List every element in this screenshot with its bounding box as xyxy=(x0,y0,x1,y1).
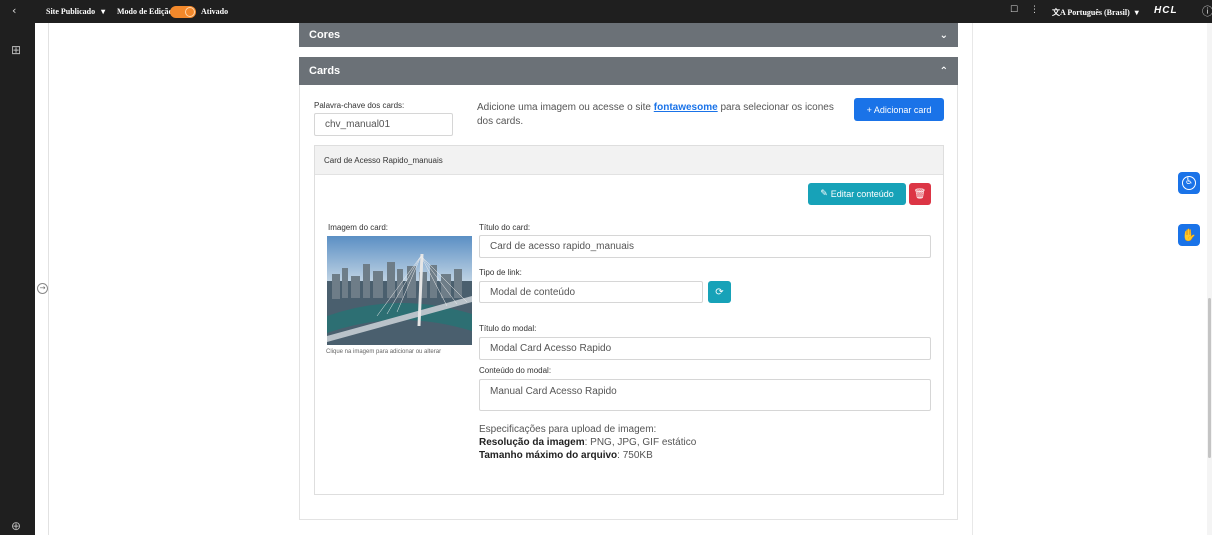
specs-resolution: Resolução da imagem: PNG, JPG, GIF estát… xyxy=(479,436,696,449)
caret-down-icon: ▾ xyxy=(101,7,106,16)
help-lifebuoy-icon[interactable]: ⊕ xyxy=(11,519,21,533)
image-label: Imagem do card: xyxy=(328,223,389,232)
keyword-label: Palavra-chave dos cards: xyxy=(314,101,405,110)
sync-icon: ⟳ xyxy=(715,286,724,298)
city-bridge-photo xyxy=(327,236,472,345)
accessibility-button[interactable]: ♿ xyxy=(1178,172,1200,194)
card-title-input[interactable]: Card de acesso rapido_manuais xyxy=(479,235,931,258)
site-status-label: Site Publicado xyxy=(46,7,96,16)
keyword-value: chv_manual01 xyxy=(325,119,391,130)
modal-content-value: Manual Card Acesso Rapido xyxy=(490,386,617,397)
back-chevron-icon[interactable]: ‹ xyxy=(12,4,16,17)
sign-language-button[interactable]: ✋ xyxy=(1178,224,1200,246)
refresh-button[interactable]: ⟳ xyxy=(708,281,731,303)
trash-icon: 🗑 xyxy=(913,188,927,200)
card-header[interactable]: Card de Acesso Rapido_manuais xyxy=(315,146,943,175)
section-title: Cores xyxy=(309,29,341,41)
modal-title-input[interactable]: Modal Card Acesso Rapido xyxy=(479,337,931,360)
description-text: Adicione uma imagem ou acesse o site xyxy=(477,102,654,113)
image-caption: Clique na imagem para adicionar ou alter… xyxy=(326,349,442,355)
fontawesome-link[interactable]: fontawesome xyxy=(654,102,718,113)
specs-max-size: Tamanho máximo do arquivo: 750KB xyxy=(479,449,696,462)
expand-sidebar-icon[interactable]: → xyxy=(37,283,48,294)
modal-content-label: Conteúdo do modal: xyxy=(479,366,552,375)
card-title-label: Título do card: xyxy=(479,223,531,232)
sign-language-icon: ✋ xyxy=(1181,228,1197,242)
toggle-knob xyxy=(185,7,195,17)
right-divider xyxy=(972,23,973,535)
max-size-label: Tamanho máximo do arquivo xyxy=(479,450,618,461)
caret-down-icon: ▾ xyxy=(1134,8,1139,17)
section-header-cards[interactable]: Cards ⌃ xyxy=(299,57,958,85)
edit-mode-label: Modo de Edição: xyxy=(117,7,176,16)
info-icon[interactable]: ⓘ xyxy=(1202,3,1212,19)
edit-content-button[interactable]: ✎ Editar conteúdo xyxy=(808,183,906,205)
edit-content-label: Editar conteúdo xyxy=(830,189,894,199)
site-status-dropdown[interactable]: Site Publicado ▾ xyxy=(46,7,105,16)
edit-mode-toggle[interactable] xyxy=(170,6,196,18)
upload-specs: Especificações para upload de imagem: Re… xyxy=(479,423,696,462)
top-toolbar: ‹ Site Publicado ▾ Modo de Edição: Ativa… xyxy=(0,0,1212,23)
delete-card-button[interactable]: 🗑 xyxy=(909,183,931,205)
resolution-label: Resolução da imagem xyxy=(479,437,585,448)
modal-title-value: Modal Card Acesso Rapido xyxy=(490,343,612,354)
resolution-value: : PNG, JPG, GIF estático xyxy=(584,437,697,448)
link-type-value: Modal de conteúdo xyxy=(490,286,576,298)
language-label: Português (Brasil) xyxy=(1067,8,1130,17)
max-size-value: : 750KB xyxy=(617,450,653,461)
add-panel-icon[interactable]: ⊞ xyxy=(11,43,21,57)
scrollbar-thumb[interactable] xyxy=(1208,298,1211,458)
more-vertical-icon[interactable]: ⋮ xyxy=(1030,5,1039,15)
accessibility-icon: ♿ xyxy=(1182,176,1196,190)
chevron-up-icon: ⌃ xyxy=(939,65,948,77)
chevron-down-icon: ⌄ xyxy=(939,29,948,41)
left-divider xyxy=(48,23,49,535)
section-title: Cards xyxy=(309,65,341,77)
card-title-value: Card de acesso rapido_manuais xyxy=(490,241,634,252)
card-header-title: Card de Acesso Rapido_manuais xyxy=(324,155,443,165)
modal-title-label: Título do modal: xyxy=(479,324,537,333)
keyword-input[interactable]: chv_manual01 xyxy=(314,113,453,136)
edit-mode-state: Ativado xyxy=(201,7,229,16)
language-selector[interactable]: 文A Português (Brasil) ▾ xyxy=(1052,7,1139,18)
card-image[interactable] xyxy=(327,236,472,345)
specs-heading: Especificações para upload de imagem: xyxy=(479,424,657,435)
page-scrollbar[interactable] xyxy=(1207,23,1212,535)
translate-icon: 文A xyxy=(1052,8,1068,17)
link-type-label: Tipo de link: xyxy=(479,268,522,277)
hcl-logo: HCL xyxy=(1154,5,1178,16)
pencil-icon: ✎ xyxy=(820,189,828,199)
cards-description: Adicione uma imagem ou acesse o site fon… xyxy=(477,101,837,129)
left-sidebar: ⊞ ⊕ xyxy=(0,23,35,535)
page-icon[interactable]: ☐ xyxy=(1010,5,1018,15)
modal-content-textarea[interactable]: Manual Card Acesso Rapido xyxy=(479,379,931,411)
section-header-cores[interactable]: Cores ⌄ xyxy=(299,23,958,47)
add-card-button[interactable]: + Adicionar card xyxy=(854,98,944,121)
link-type-select[interactable]: Modal de conteúdo xyxy=(479,281,703,303)
